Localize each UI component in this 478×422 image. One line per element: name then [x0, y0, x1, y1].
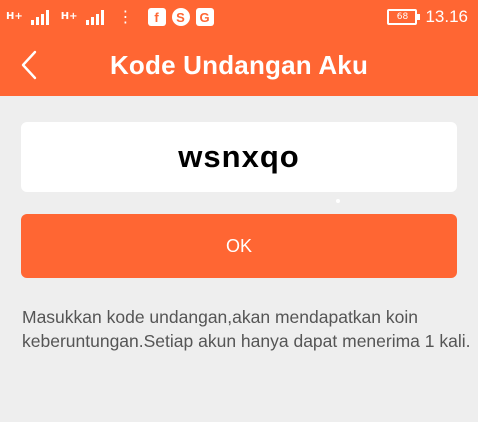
app-bar: Kode Undangan Aku: [0, 34, 478, 96]
invite-code-value: wsnxqo: [178, 139, 300, 174]
status-bar-right: 68 13.16: [387, 7, 468, 27]
ok-button[interactable]: OK: [21, 214, 457, 278]
status-bar-left: H+ H+ ⋮ f S G: [6, 8, 214, 26]
back-button[interactable]: [10, 46, 48, 84]
status-clock: 13.16: [425, 7, 468, 26]
g-icon: G: [195, 8, 214, 26]
network-type-label-sim1: H+: [6, 11, 23, 22]
signal-strength-icon: [30, 9, 49, 25]
signal-strength-icon: [85, 9, 104, 25]
info-text: Masukkan kode undangan,akan mendapatkan …: [22, 307, 471, 351]
page-title: Kode Undangan Aku: [109, 49, 369, 80]
decorative-dot: [336, 199, 340, 203]
more-notifications-icon: ⋮: [117, 7, 134, 26]
status-bar: H+ H+ ⋮ f S G 68 13.16: [0, 0, 478, 34]
invite-code-box[interactable]: wsnxqo: [21, 122, 457, 192]
chevron-left-icon: [21, 50, 37, 80]
facebook-icon: f: [147, 8, 166, 26]
browser-s-icon: S: [171, 8, 190, 26]
battery-icon: 68: [387, 9, 421, 25]
network-type-label-sim2: H+: [60, 11, 78, 22]
